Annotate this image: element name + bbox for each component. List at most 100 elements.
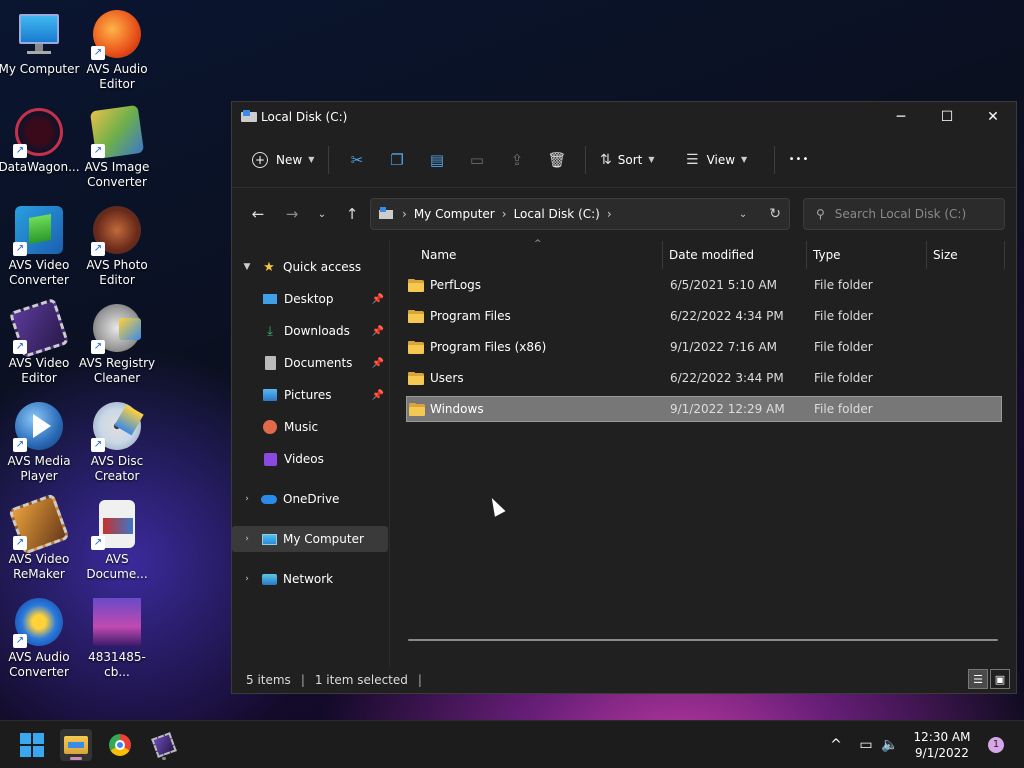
search-box[interactable]: ⚲ [803, 198, 1005, 230]
navigation-bar: ← → ⌄ ↑ › My Computer › Local Disk (C:) … [232, 188, 1016, 240]
horizontal-scrollbar[interactable] [408, 639, 998, 641]
breadcrumb-my-computer[interactable]: My Computer [414, 207, 495, 221]
file-type: File folder [814, 340, 873, 354]
sort-button[interactable]: ⇅ Sort ▼ [594, 144, 676, 176]
column-header-name[interactable]: Name [421, 241, 456, 269]
desktop-icon-avs-video-converter[interactable]: ↗ AVS Video Converter [0, 200, 80, 290]
desktop-icon-my-computer[interactable]: My Computer [0, 4, 80, 94]
new-button[interactable]: + New ▼ [244, 144, 320, 176]
desktop-icon-avs-disc-creator[interactable]: ↗ AVS Disc Creator [76, 396, 158, 486]
share-icon[interactable]: ⇪ [497, 144, 537, 176]
forward-arrow-icon[interactable]: → [276, 198, 308, 230]
file-type: File folder [814, 309, 873, 323]
explorer-body: ▼ ★ Quick access Desktop 📌 ⤓ Downloads 📌… [232, 239, 1016, 667]
file-explorer-taskbar-icon[interactable] [60, 729, 92, 761]
column-divider[interactable] [662, 241, 663, 269]
nav-network[interactable]: › Network [232, 566, 388, 592]
toolbar-divider [774, 145, 775, 174]
notification-badge[interactable]: 1 [988, 737, 1004, 753]
desktop-icon-datawagon[interactable]: ↗ DataWagon... [0, 102, 80, 192]
status-divider: | [300, 673, 305, 687]
title-bar[interactable]: Local Disk (C:) ─ ☐ ✕ [232, 102, 1016, 132]
column-divider[interactable] [1004, 241, 1005, 269]
cut-icon[interactable]: ✂ [337, 144, 377, 176]
registry-cleaner-icon: ↗ [91, 304, 141, 354]
desktop-icon-avs-video-remaker[interactable]: ↗ AVS Video ReMaker [0, 493, 80, 584]
address-bar[interactable]: › My Computer › Local Disk (C:) › ⌄ ↻ [370, 198, 790, 230]
document-icon [262, 355, 278, 371]
column-header-size[interactable]: Size [933, 241, 958, 269]
file-row[interactable]: Users 6/22/2022 3:44 PM File folder [406, 365, 1002, 391]
desktop-icon-avs-registry-cleaner[interactable]: ↗ AVS Registry Cleaner [76, 298, 158, 388]
desktop-icon-avs-audio-editor[interactable]: ↗ AVS Audio Editor [76, 4, 158, 94]
recent-locations-chevron-icon[interactable]: ⌄ [308, 198, 336, 230]
file-row-selected[interactable]: Windows 9/1/2022 12:29 AM File folder [406, 396, 1002, 422]
start-windows-icon[interactable] [16, 729, 48, 761]
monitor-icon [261, 531, 277, 547]
search-input[interactable] [834, 207, 995, 221]
chrome-icon[interactable] [104, 729, 136, 761]
music-note-icon [262, 419, 278, 435]
back-arrow-icon[interactable]: ← [242, 198, 274, 230]
nav-desktop[interactable]: Desktop 📌 [232, 286, 388, 312]
more-options-button[interactable]: ••• [783, 144, 815, 176]
chevron-up-icon[interactable]: ^ [824, 737, 848, 753]
maximize-button[interactable]: ☐ [924, 102, 970, 132]
nav-downloads[interactable]: ⤓ Downloads 📌 [232, 318, 388, 344]
desktop-icon-label: AVS Media Player [7, 454, 71, 483]
tiles-view-icon[interactable]: ▣ [990, 669, 1010, 689]
address-history-chevron-icon[interactable]: ⌄ [739, 209, 747, 220]
file-row[interactable]: Program Files 6/22/2022 4:34 PM File fol… [406, 303, 1002, 329]
minimize-button[interactable]: ─ [878, 102, 924, 132]
clock-time: 12:30 AM [913, 730, 971, 744]
chevron-down-icon: ▼ [648, 155, 655, 164]
volume-icon[interactable]: 🔈 [878, 737, 902, 753]
chevron-right-icon[interactable]: › [240, 574, 254, 584]
shortcut-arrow-icon: ↗ [91, 536, 105, 550]
nav-music[interactable]: Music [232, 414, 388, 440]
desktop-icon-label: AVS Video ReMaker [8, 552, 70, 581]
desktop-icon-avs-photo-editor[interactable]: ↗ AVS Photo Editor [76, 200, 158, 290]
column-header-date[interactable]: Date modified [669, 241, 754, 269]
column-divider[interactable] [806, 241, 807, 269]
chevron-down-icon[interactable]: ▼ [240, 262, 254, 272]
desktop-icon-image-file[interactable]: 4831485-cb... [76, 592, 158, 682]
nav-videos[interactable]: Videos [232, 446, 388, 472]
nav-my-computer[interactable]: › My Computer [232, 526, 388, 552]
details-view-icon[interactable]: ☰ [968, 669, 988, 689]
chevron-right-icon[interactable]: › [240, 534, 254, 544]
rename-icon[interactable]: ▭ [457, 144, 497, 176]
chevron-right-icon[interactable]: › [240, 494, 254, 504]
nav-documents[interactable]: Documents 📌 [232, 350, 388, 376]
nav-quick-access[interactable]: ▼ ★ Quick access [232, 254, 388, 280]
delete-icon[interactable]: 🗑 [537, 144, 577, 176]
clock[interactable]: 12:30 AM 9/1/2022 [902, 729, 982, 761]
file-row[interactable]: PerfLogs 6/5/2021 5:10 AM File folder [406, 272, 1002, 298]
desktop-icon-avs-audio-converter[interactable]: ↗ AVS Audio Converter [0, 592, 80, 682]
copy-icon[interactable]: ❐ [377, 144, 417, 176]
paste-icon[interactable]: ▤ [417, 144, 457, 176]
nav-pictures[interactable]: Pictures 📌 [232, 382, 388, 408]
desktop-icon-avs-media-player[interactable]: ↗ AVS Media Player [0, 396, 80, 486]
desktop-icon-label: AVS Audio Editor [86, 62, 148, 91]
desktop-icon-label: 4831485-cb... [88, 650, 146, 679]
refresh-icon[interactable]: ↻ [769, 206, 781, 222]
breadcrumb-separator-icon: › [402, 207, 407, 221]
close-button[interactable]: ✕ [970, 102, 1016, 132]
breadcrumb-local-disk[interactable]: Local Disk (C:) [514, 207, 600, 221]
nav-label: Music [284, 420, 319, 434]
column-divider[interactable] [926, 241, 927, 269]
view-button[interactable]: ☰ View ▼ [676, 144, 766, 176]
desktop-icon-avs-document-converter[interactable]: ↗ AVS Docume... [76, 494, 158, 584]
column-header-type[interactable]: Type [813, 241, 841, 269]
network-tray-icon[interactable]: ▭ [854, 737, 878, 753]
desktop-icon-avs-video-editor[interactable]: ↗ AVS Video Editor [0, 297, 80, 388]
nav-onedrive[interactable]: › OneDrive [232, 486, 388, 512]
desktop-icon-avs-image-converter[interactable]: ↗ AVS Image Converter [76, 102, 158, 192]
video-editor-taskbar-icon[interactable] [148, 729, 180, 761]
toolbar-divider [585, 145, 586, 174]
view-label: View [706, 152, 736, 167]
up-arrow-icon[interactable]: ↑ [336, 198, 368, 230]
file-row[interactable]: Program Files (x86) 9/1/2022 7:16 AM Fil… [406, 334, 1002, 360]
new-label: New [276, 152, 303, 167]
